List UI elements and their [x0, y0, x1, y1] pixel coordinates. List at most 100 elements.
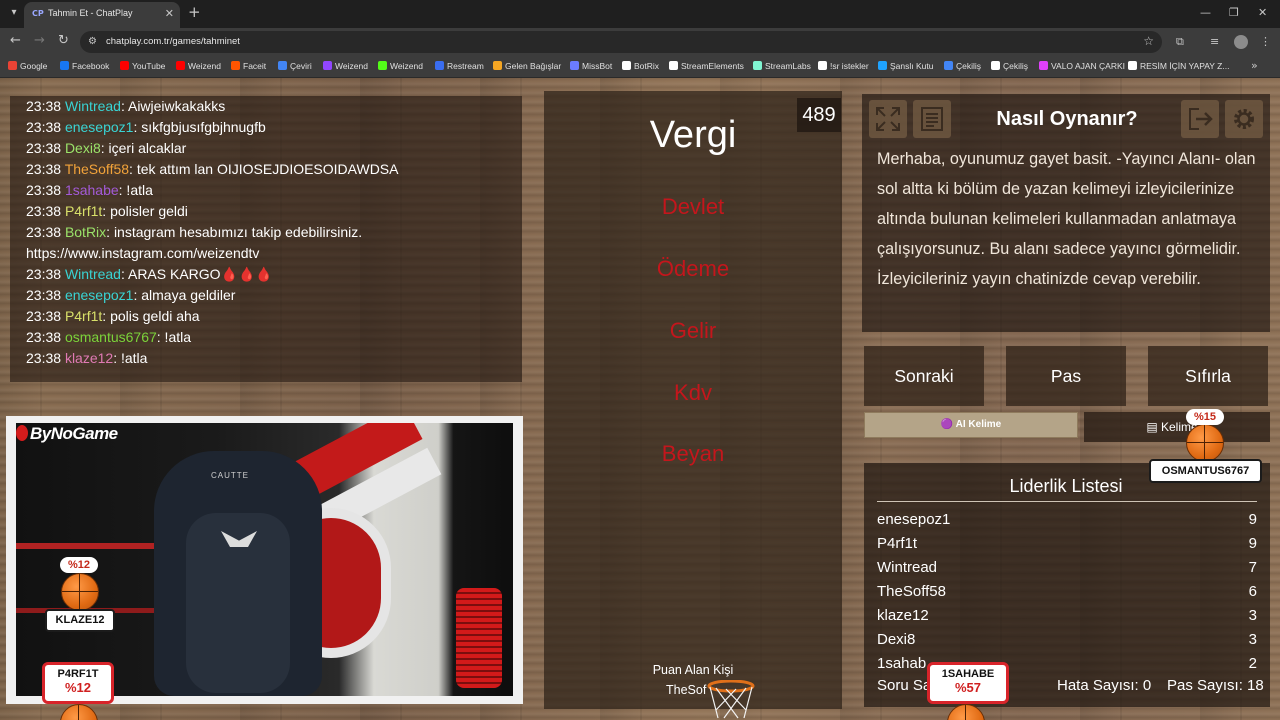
chat-text: : tek attım lan OIJIOSEJDIOESOIDAWDSA — [129, 161, 399, 177]
leaderboard-row: enesepoz1 9 — [877, 511, 1257, 535]
minimize-icon[interactable]: — — [1200, 6, 1211, 19]
chat-username[interactable]: P4rf1t — [65, 203, 102, 219]
ai-word-button[interactable]: 🟣 AI Kelime — [864, 412, 1078, 438]
word-list-button[interactable] — [913, 100, 951, 138]
scored-label: Puan Alan Kişi — [652, 663, 734, 677]
back-icon[interactable]: ← — [10, 34, 21, 48]
bookmarks-overflow-icon[interactable]: » — [1251, 59, 1258, 72]
bookmark-label: YouTube — [132, 61, 166, 71]
bookmark-favicon-icon — [231, 61, 240, 70]
chat-text: : ARAS KARGO🩸🩸🩸 — [120, 266, 273, 282]
chat-message: 23:38 1sahabe: !atla — [26, 180, 522, 201]
stream-logo-text: ByNoGame — [30, 424, 118, 443]
taboo-word: Gelir — [669, 318, 717, 343]
tab-close-icon[interactable]: ✕ — [165, 7, 174, 20]
site-info-icon[interactable]: ⚙ — [88, 36, 97, 47]
menu-icon[interactable]: ⋮ — [1260, 35, 1271, 48]
bookmark-item[interactable]: Weizend — [176, 61, 221, 71]
fullscreen-button[interactable] — [869, 100, 907, 138]
bookmark-item[interactable]: Weizend — [323, 61, 368, 71]
bookmark-item[interactable]: Weizend — [378, 61, 423, 71]
bookmark-label: StreamLabs — [765, 61, 811, 71]
chat-username[interactable]: Wintread — [65, 266, 121, 282]
leaderboard-score: 9 — [1248, 535, 1257, 552]
chat-username[interactable]: enesepoz1 — [65, 119, 134, 135]
chat-username[interactable]: TheSoff58 — [65, 161, 129, 177]
chat-username[interactable]: Dexi8 — [65, 140, 101, 156]
chat-timestamp: 23:38 — [26, 287, 62, 303]
chat-username[interactable]: P4rf1t — [65, 308, 102, 324]
chat-message: https://www.instagram.com/weizendtv — [26, 243, 522, 264]
bookmark-item[interactable]: StreamLabs — [753, 61, 811, 71]
bookmark-item[interactable]: Çekiliş — [991, 61, 1028, 71]
bookmark-item[interactable]: Restream — [435, 61, 484, 71]
leaderboard-score: 6 — [1248, 583, 1257, 600]
url-text: chatplay.com.tr/games/tahminet — [106, 36, 240, 47]
address-bar[interactable]: ⚙ chatplay.com.tr/games/tahminet ☆ — [80, 31, 1162, 53]
chat-timestamp: 23:38 — [26, 308, 62, 324]
leaderboard-score: 3 — [1248, 607, 1257, 624]
scored-player: TheSof — [666, 683, 707, 697]
bookmark-item[interactable]: !sr istekler — [818, 61, 869, 71]
bookmark-label: Google — [20, 61, 48, 71]
bookmark-item[interactable]: MissBot — [570, 61, 612, 71]
bookmark-item[interactable]: RESİM İÇİN YAPAY Z... — [1128, 61, 1229, 71]
tab-strip: ▾ CP Tahmin Et - ChatPlay ✕ + — ❐ ✕ — [0, 0, 1280, 28]
chat-username[interactable]: Wintread — [65, 98, 121, 114]
bookmark-item[interactable]: Faceit — [231, 61, 266, 71]
chat-timestamp: 23:38 — [26, 350, 62, 366]
chat-username[interactable]: enesepoz1 — [65, 287, 134, 303]
bookmark-item[interactable]: BotRix — [622, 61, 659, 71]
settings-button[interactable] — [1225, 100, 1263, 138]
exit-button[interactable] — [1181, 100, 1219, 138]
chat-text: : Aiwjeiwkakakks — [120, 98, 226, 114]
howto-title: Nasıl Oynanır? — [996, 108, 1138, 130]
bookmark-item[interactable]: Şanslı Kutu — [878, 61, 933, 71]
chat-username[interactable]: klaze12 — [65, 350, 113, 366]
active-tab[interactable]: CP Tahmin Et - ChatPlay ✕ — [24, 2, 180, 28]
bookmark-star-icon[interactable]: ☆ — [1143, 34, 1154, 48]
chat-text: https://www.instagram.com/weizendtv — [26, 245, 260, 261]
chat-username[interactable]: osmantus6767 — [65, 329, 157, 345]
bookmark-item[interactable]: Çekiliş — [944, 61, 981, 71]
chat-text: : içeri alcaklar — [100, 140, 187, 156]
tab-search-icon[interactable]: ▾ — [6, 5, 22, 21]
new-tab-icon[interactable]: + — [188, 5, 201, 20]
word-list-tab[interactable]: ▤ Kelime L — [1084, 412, 1270, 442]
bookmark-label: Weizend — [390, 61, 423, 71]
reload-icon[interactable]: ↻ — [58, 34, 69, 48]
chat-username[interactable]: BotRix — [65, 224, 106, 240]
leaderboard-player: P4rf1t — [877, 535, 918, 552]
bookmark-item[interactable]: StreamElements — [669, 61, 744, 71]
chat-timestamp: 23:38 — [26, 266, 62, 282]
bookmark-item[interactable]: Çeviri — [278, 61, 312, 71]
chat-timestamp: 23:38 — [26, 119, 62, 135]
leaderboard-row: P4rf1t 9 — [877, 535, 1257, 559]
bookmark-item[interactable]: Facebook — [60, 61, 109, 71]
next-button[interactable]: Sonraki — [864, 346, 984, 406]
extensions-icon[interactable]: ⧉ — [1176, 35, 1184, 49]
forward-icon[interactable]: → — [34, 34, 45, 48]
howto-text: Merhaba, oyunumuz gayet basit. -Yayıncı … — [877, 150, 1256, 288]
bookmark-item[interactable]: Gelen Bağışlar — [493, 61, 561, 71]
profile-avatar[interactable] — [1234, 35, 1248, 49]
chat-text: : !atla — [156, 329, 192, 345]
basketball-icon — [1186, 424, 1224, 462]
pass-button[interactable]: Pas — [1006, 346, 1126, 406]
reset-button[interactable]: Sıfırla — [1148, 346, 1268, 406]
bookmark-label: MissBot — [582, 61, 613, 71]
restore-icon[interactable]: ❐ — [1229, 6, 1239, 19]
chat-message: 23:38 Dexi8: içeri alcaklar — [26, 138, 522, 159]
chat-username[interactable]: 1sahabe — [65, 182, 119, 198]
leaderboard-player: Dexi8 — [877, 631, 916, 648]
toolbar: ← → ↻ ⚙ chatplay.com.tr/games/tahminet ☆… — [0, 28, 1280, 56]
bookmark-item[interactable]: Google — [8, 61, 47, 71]
bookmark-label: Gelen Bağışlar — [505, 61, 562, 71]
chat-text: : almaya geldiler — [133, 287, 236, 303]
chat-text: : !atla — [118, 182, 153, 198]
bookmark-item[interactable]: VALO AJAN ÇARKI — [1039, 61, 1125, 71]
media-controls-icon[interactable]: ≡ — [1210, 35, 1219, 48]
bookmark-item[interactable]: YouTube — [120, 61, 165, 71]
close-window-icon[interactable]: ✕ — [1258, 6, 1267, 19]
player-percent: %57 — [954, 680, 982, 695]
